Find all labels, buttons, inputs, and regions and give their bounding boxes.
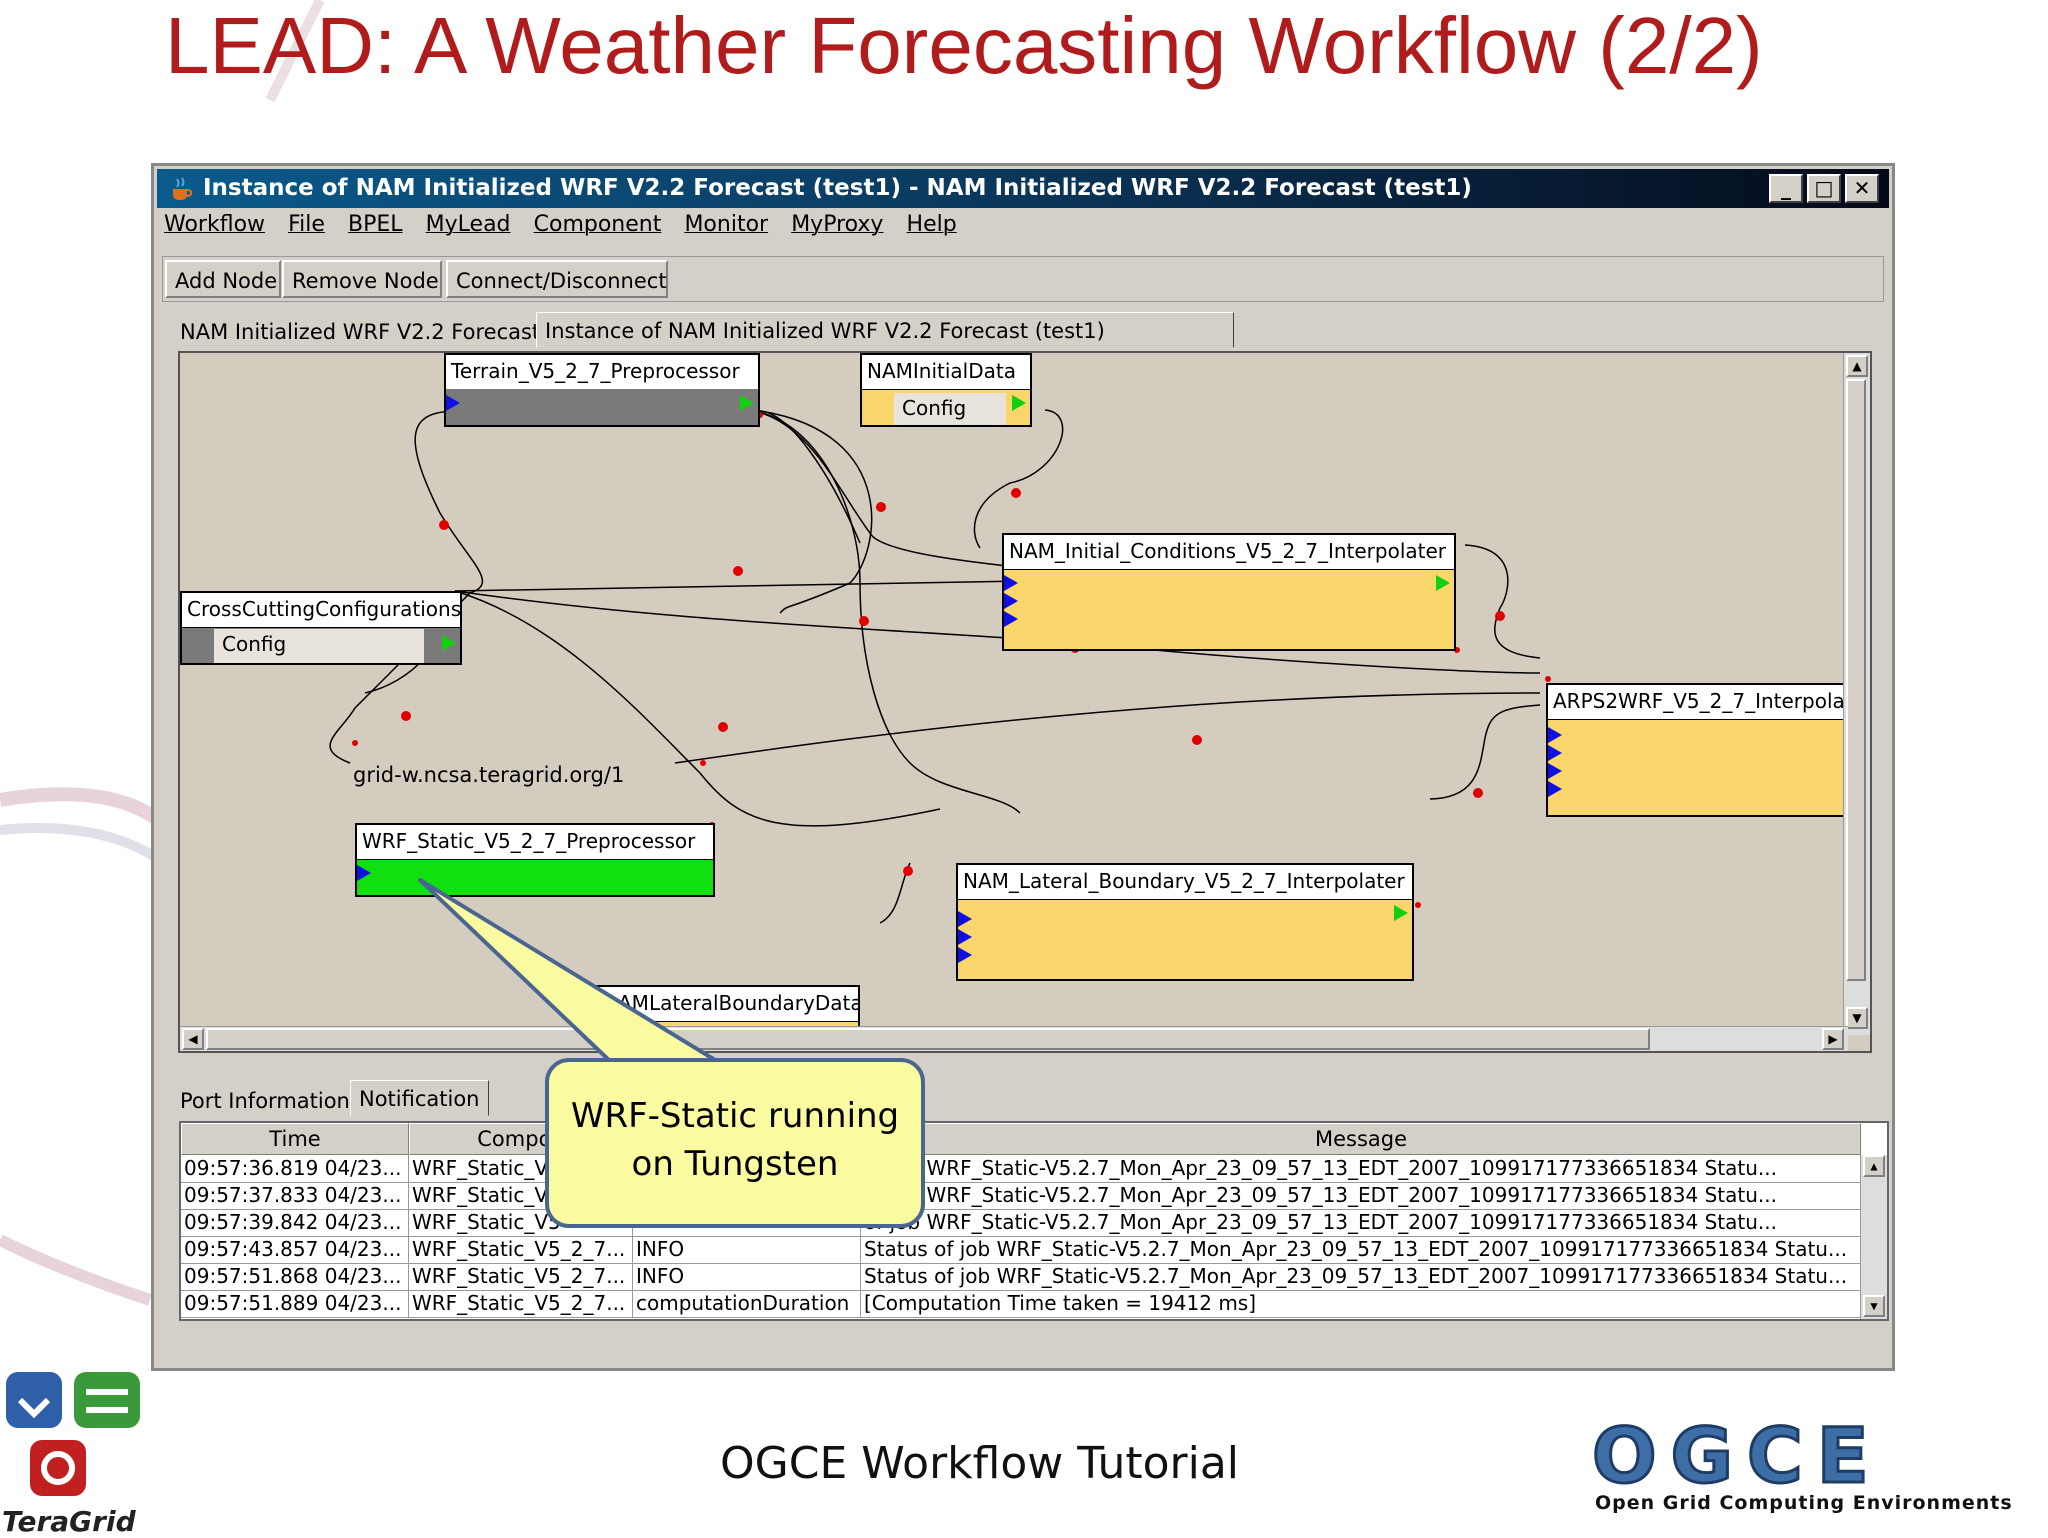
- callout-line-2: on Tungsten: [631, 1144, 839, 1184]
- ogce-logo: OGCE: [1591, 1420, 1883, 1490]
- callout-line-1: WRF-Static running: [570, 1096, 900, 1136]
- status-callout: WRF-Static running on Tungsten: [545, 1058, 925, 1228]
- ogce-logo-text: OGCE: [1592, 1420, 1883, 1490]
- teragrid-logo-text: TeraGrid: [2, 1505, 136, 1538]
- ogce-tagline: Open Grid Computing Environments: [1595, 1492, 2013, 1514]
- callout-pointer: [418, 878, 722, 1070]
- slide-footer: OGCE Workflow Tutorial: [720, 1438, 1240, 1489]
- teragrid-logo-icon: [6, 1372, 140, 1496]
